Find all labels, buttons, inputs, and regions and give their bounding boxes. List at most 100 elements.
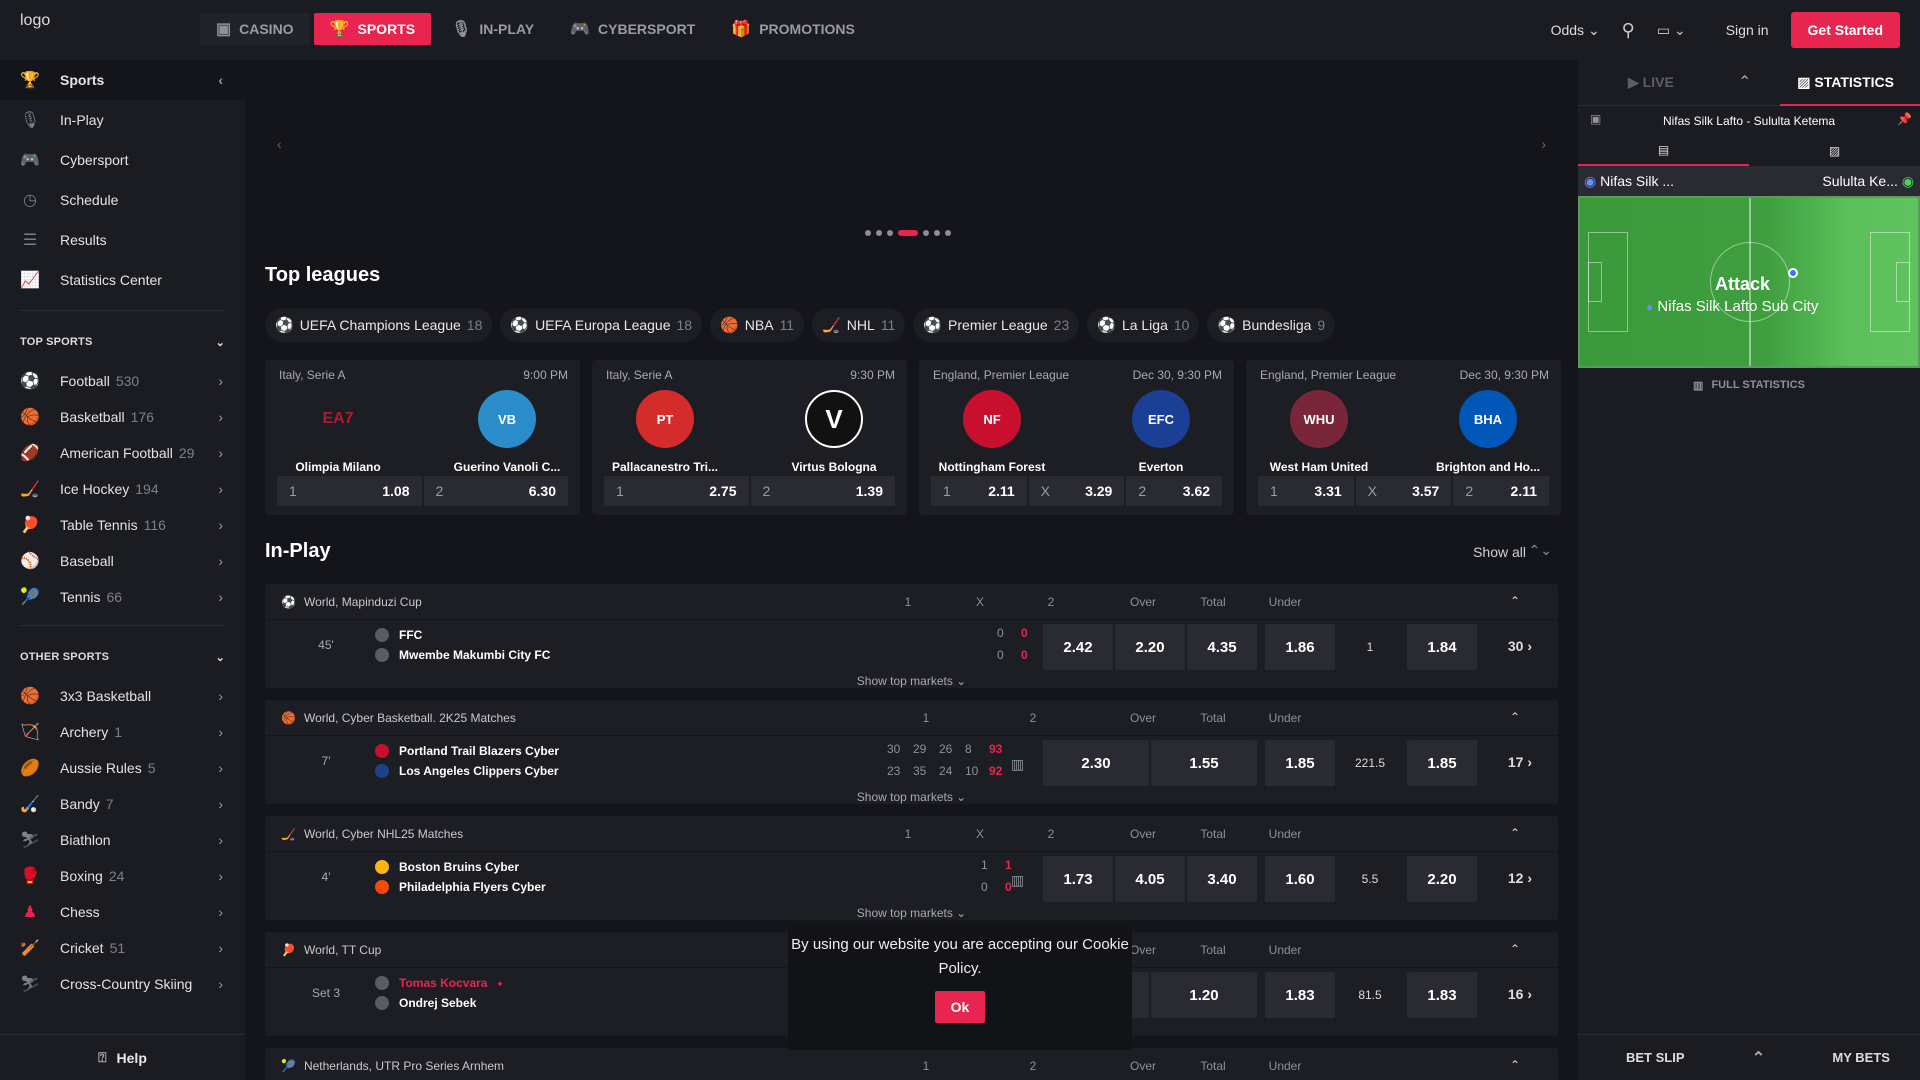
tab-live[interactable]: ▶ LIVE xyxy=(1628,74,1674,91)
nav-promotions[interactable]: 🎁 PROMOTIONS xyxy=(715,13,871,45)
chevron-up-icon[interactable]: ⌃ xyxy=(1510,594,1520,608)
odds-button-under[interactable]: 1.83 xyxy=(1407,972,1477,1018)
sidebar-item-cybersport[interactable]: 🎮 Cybersport xyxy=(0,140,245,180)
full-statistics-link[interactable]: ▥ FULL STATISTICS xyxy=(1578,368,1920,402)
chip-la-liga[interactable]: ⚽ La Liga 10 xyxy=(1087,308,1200,342)
nav-casino[interactable]: ▣ CASINO xyxy=(200,13,310,45)
chip-bundesliga[interactable]: ⚽ Bundesliga 9 xyxy=(1207,308,1336,342)
event-row[interactable]: 7' Portland Trail Blazers Cyber Los Ange… xyxy=(265,736,1558,790)
tab-field-view[interactable]: ▤ xyxy=(1578,136,1749,166)
match-card[interactable]: Italy, Serie A 9:30 PM PT Pallacanestro T… xyxy=(592,360,907,515)
tab-statistics[interactable]: ▨ STATISTICS xyxy=(1797,74,1894,91)
odds-button[interactable]: 2 3.62 xyxy=(1126,476,1223,506)
match-card[interactable]: England, Premier League Dec 30, 9:30 PM … xyxy=(919,360,1234,515)
more-markets-link[interactable]: 30 › xyxy=(1508,638,1532,654)
sign-in-link[interactable]: Sign in xyxy=(1726,22,1769,38)
match-selector[interactable]: ▣ Nifas Silk Lafto - Sululta Ketema 📌 xyxy=(1578,106,1920,136)
chip-premier-league[interactable]: ⚽ Premier League 23 xyxy=(913,308,1080,342)
chevron-up-icon[interactable]: ⌃ xyxy=(1510,826,1520,840)
odds-button-under[interactable]: 1.85 xyxy=(1407,740,1477,786)
match-card[interactable]: England, Premier League Dec 30, 9:30 PM … xyxy=(1246,360,1561,515)
show-all-link[interactable]: Show all xyxy=(1473,544,1526,560)
odds-button-over[interactable]: 1.86 xyxy=(1265,624,1335,670)
sidebar-sport-ice-hockey[interactable]: 🏒 Ice Hockey 194 › xyxy=(0,471,245,507)
chip-nba[interactable]: 🏀 NBA 11 xyxy=(710,308,805,342)
sidebar-sport-3x3-basketball[interactable]: 🏀 3x3 Basketball › xyxy=(0,678,245,714)
banner-next-icon[interactable]: › xyxy=(1541,136,1546,152)
sidebar-sport-basketball[interactable]: 🏀 Basketball 176 › xyxy=(0,399,245,435)
pin-icon[interactable]: 📌 xyxy=(1897,112,1912,126)
sidebar-sport-chess[interactable]: ♟ Chess › xyxy=(0,894,245,930)
chip-uel[interactable]: ⚽ UEFA Europa League 18 xyxy=(500,308,703,342)
statistics-icon[interactable]: ▥ xyxy=(1011,756,1024,773)
odds-button-over[interactable]: 1.83 xyxy=(1265,972,1335,1018)
nav-cybersport[interactable]: 🎮 CYBERSPORT xyxy=(554,13,711,45)
league-header[interactable]: 🏒 World, Cyber NHL25 Matches 1 X 2 Over T… xyxy=(265,816,1558,852)
chevron-up-icon[interactable]: ⌃ xyxy=(1752,1048,1765,1068)
tab-stats-view[interactable]: ▨ xyxy=(1749,136,1920,166)
more-markets-link[interactable]: 17 › xyxy=(1508,754,1532,770)
sidebar-sport-american-football[interactable]: 🏈 American Football 29 › xyxy=(0,435,245,471)
odds-button-over[interactable]: 1.85 xyxy=(1265,740,1335,786)
event-row[interactable]: 4' Boston Bruins Cyber Philadelphia Flye… xyxy=(265,852,1558,906)
odds-button-x[interactable]: 4.05 xyxy=(1115,856,1185,902)
search-icon[interactable]: ⚲ xyxy=(1622,20,1635,41)
sidebar-item-results[interactable]: ☰ Results xyxy=(0,220,245,260)
odds-button[interactable]: X 3.57 xyxy=(1355,476,1452,506)
promo-banner[interactable]: ‹ › xyxy=(265,60,1558,250)
sidebar-sport-biathlon[interactable]: ⛷ Biathlon › xyxy=(0,822,245,858)
chip-ucl[interactable]: ⚽ UEFA Champions League 18 xyxy=(265,308,493,342)
nav-in-play[interactable]: 🎙 IN-PLAY xyxy=(435,13,550,45)
help-button[interactable]: ⍰ Help xyxy=(0,1034,245,1080)
bet-slip-tab[interactable]: BET SLIP xyxy=(1626,1050,1685,1065)
odds-button-2[interactable]: 3.40 xyxy=(1187,856,1257,902)
more-markets-link[interactable]: 16 › xyxy=(1508,986,1532,1002)
chevron-up-icon[interactable]: ⌃ xyxy=(1510,942,1520,956)
banner-dot[interactable] xyxy=(887,230,893,236)
collapse-sidebar-icon[interactable]: ‹ xyxy=(218,72,223,88)
odds-button-x[interactable]: 2.20 xyxy=(1115,624,1185,670)
show-top-markets[interactable]: Show top markets ⌄ xyxy=(265,906,1558,926)
sidebar-sport-boxing[interactable]: 🥊 Boxing 24 › xyxy=(0,858,245,894)
league-header[interactable]: 🏀 World, Cyber Basketball. 2K25 Matches 1… xyxy=(265,700,1558,736)
sidebar-item-sports[interactable]: 🏆 Sports ‹ xyxy=(0,60,245,100)
odds-button[interactable]: 2 1.39 xyxy=(750,476,895,506)
banner-prev-icon[interactable]: ‹ xyxy=(277,136,282,152)
cookie-ok-button[interactable]: Ok xyxy=(934,991,986,1023)
odds-button-2[interactable]: 1.55 xyxy=(1151,740,1257,786)
chip-nhl[interactable]: 🏒 NHL 11 xyxy=(812,308,906,342)
language-flag-dropdown[interactable]: ▭ ⌄ xyxy=(1657,22,1686,39)
sidebar-item-in-play[interactable]: 🎙 In-Play xyxy=(0,100,245,140)
nav-sports[interactable]: 🏆 SPORTS xyxy=(313,13,432,45)
league-header[interactable]: 🎾 Netherlands, UTR Pro Series Arnhem 1 2 … xyxy=(265,1048,1558,1080)
sidebar-sport-aussie-rules[interactable]: 🏉 Aussie Rules 5 › xyxy=(0,750,245,786)
sidebar-sport-cross-country-skiing[interactable]: ⛷ Cross-Country Skiing › xyxy=(0,966,245,1002)
odds-button[interactable]: 2 2.11 xyxy=(1453,476,1550,506)
show-top-markets[interactable]: Show top markets ⌄ xyxy=(265,790,1558,810)
chevron-up-icon[interactable]: ⌃ xyxy=(1510,710,1520,724)
odds-button-1[interactable]: 2.42 xyxy=(1043,624,1113,670)
odds-button-1[interactable]: 2.30 xyxy=(1043,740,1149,786)
odds-button[interactable]: 1 2.75 xyxy=(604,476,749,506)
banner-dot[interactable] xyxy=(934,230,940,236)
odds-button[interactable]: X 3.29 xyxy=(1028,476,1125,506)
chevron-up-icon[interactable]: ⌃ xyxy=(1738,72,1751,92)
get-started-button[interactable]: Get Started xyxy=(1790,12,1900,48)
sidebar-sport-football[interactable]: ⚽ Football 530 › xyxy=(0,363,245,399)
sidebar-item-schedule[interactable]: ◷ Schedule xyxy=(0,180,245,220)
banner-dot-active[interactable] xyxy=(898,230,918,236)
banner-dot[interactable] xyxy=(865,230,871,236)
odds-format-dropdown[interactable]: Odds ⌄ xyxy=(1551,22,1600,39)
my-bets-tab[interactable]: MY BETS xyxy=(1832,1050,1890,1065)
sidebar-sport-baseball[interactable]: ⚾ Baseball › xyxy=(0,543,245,579)
sidebar-sport-table-tennis[interactable]: 🏓 Table Tennis 116 › xyxy=(0,507,245,543)
chevron-up-icon[interactable]: ⌃ xyxy=(1510,1058,1520,1072)
odds-button-1[interactable]: 1.73 xyxy=(1043,856,1113,902)
sidebar-item-statistics-center[interactable]: 📈 Statistics Center xyxy=(0,260,245,300)
odds-button-under[interactable]: 2.20 xyxy=(1407,856,1477,902)
tv-icon[interactable]: ▣ xyxy=(1590,112,1601,126)
banner-dot[interactable] xyxy=(923,230,929,236)
top-sports-header[interactable]: TOP SPORTS ⌄ xyxy=(0,321,245,363)
match-card[interactable]: Italy, Serie A 9:00 PM EA7 Olimpia Milano… xyxy=(265,360,580,515)
sidebar-sport-tennis[interactable]: 🎾 Tennis 66 › xyxy=(0,579,245,615)
